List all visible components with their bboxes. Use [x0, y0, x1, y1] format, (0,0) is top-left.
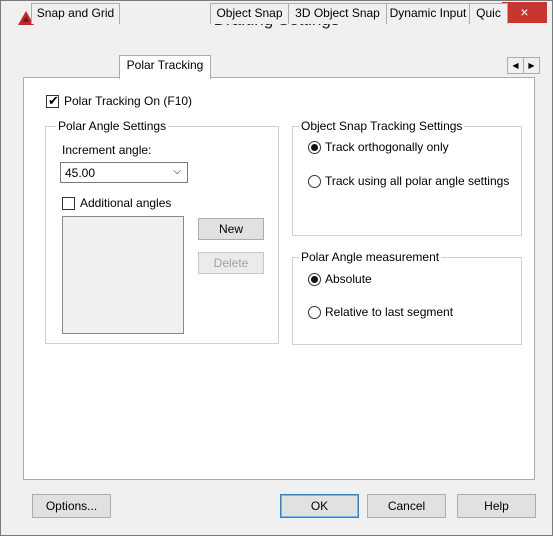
options-button[interactable]: Options...: [32, 494, 111, 518]
drafting-settings-dialog: Drafting Settings × Snap and Grid Polar …: [0, 0, 553, 536]
track-orthogonally-label[interactable]: Track orthogonally only: [325, 140, 449, 154]
delete-angle-button[interactable]: Delete: [198, 252, 264, 274]
relative-to-last-segment-label[interactable]: Relative to last segment: [325, 305, 453, 319]
ok-button[interactable]: OK: [280, 494, 359, 518]
radio-selected-dot: [311, 276, 318, 283]
polar-angle-measurement-title: Polar Angle measurement: [299, 250, 442, 264]
close-icon: ×: [520, 4, 529, 20]
increment-angle-dropdown[interactable]: 45.00 ⌵: [60, 162, 188, 183]
track-all-polar-radio[interactable]: [308, 175, 321, 188]
tab-snap-and-grid[interactable]: Snap and Grid: [31, 3, 120, 24]
additional-angles-label[interactable]: Additional angles: [80, 196, 171, 210]
tab-3d-object-snap[interactable]: 3D Object Snap: [288, 3, 387, 24]
additional-angles-list[interactable]: [62, 216, 184, 334]
tab-scroll-left-button[interactable]: ◀: [507, 57, 524, 74]
polar-tracking-checkbox[interactable]: ✔: [46, 93, 59, 108]
tab-object-snap[interactable]: Object Snap: [210, 3, 289, 24]
increment-angle-value: 45.00: [65, 166, 96, 180]
polar-tracking-label[interactable]: Polar Tracking On (F10): [64, 94, 192, 108]
absolute-label[interactable]: Absolute: [325, 272, 372, 286]
cancel-button[interactable]: Cancel: [367, 494, 446, 518]
track-all-polar-label[interactable]: Track using all polar angle settings: [325, 174, 509, 188]
object-snap-tracking-title: Object Snap Tracking Settings: [299, 119, 465, 133]
arrow-left-icon: ◀: [512, 61, 519, 70]
tab-quick-properties[interactable]: Quic: [469, 3, 508, 24]
relative-to-last-segment-radio[interactable]: [308, 306, 321, 319]
close-button[interactable]: ×: [502, 2, 547, 23]
additional-angles-checkbox[interactable]: [62, 197, 75, 210]
tab-scroll-right-button[interactable]: ▶: [523, 57, 540, 74]
new-angle-button[interactable]: New: [198, 218, 264, 240]
radio-selected-dot: [311, 144, 318, 151]
tab-polar-tracking[interactable]: Polar Tracking: [119, 55, 211, 79]
track-orthogonally-radio[interactable]: [308, 141, 321, 154]
chevron-down-icon: ⌵: [173, 166, 181, 177]
arrow-right-icon: ▶: [528, 61, 535, 70]
absolute-radio[interactable]: [308, 273, 321, 286]
tab-dynamic-input[interactable]: Dynamic Input: [386, 3, 470, 24]
polar-angle-settings-title: Polar Angle Settings: [56, 119, 169, 133]
check-icon: ✔: [48, 93, 59, 108]
help-button[interactable]: Help: [457, 494, 536, 518]
increment-angle-label: Increment angle:: [62, 143, 152, 157]
